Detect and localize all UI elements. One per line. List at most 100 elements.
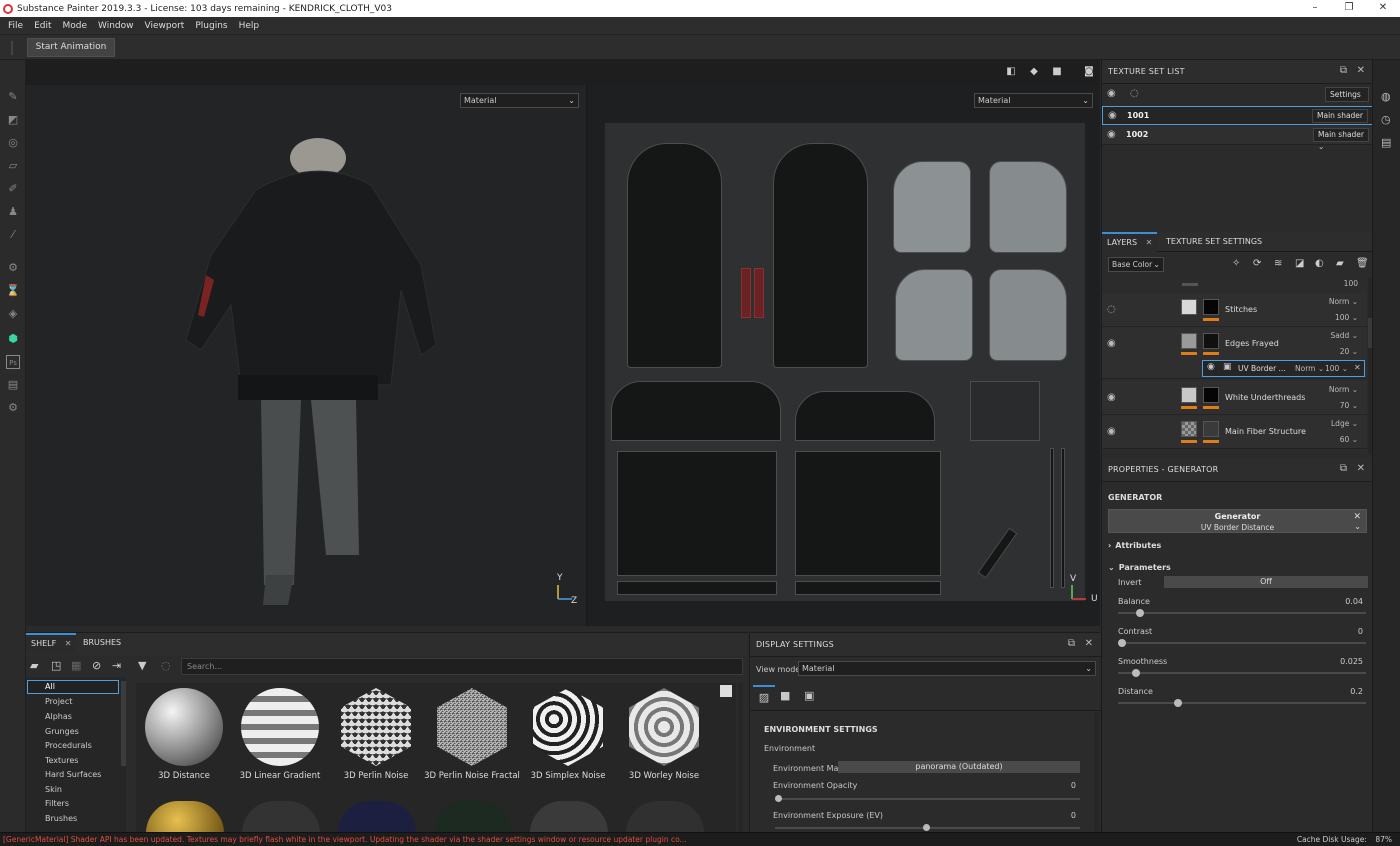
magic-wand-icon[interactable]: ✧ [1232,258,1240,269]
layer-blend-mode[interactable]: Ldge ⌄ [1331,419,1358,428]
texture-set-row[interactable]: ◉ 1001 Main shader ⌄ [1102,106,1373,132]
display-scrollbar[interactable] [1094,713,1099,831]
slider-knob[interactable] [775,795,782,802]
environment-image-icon[interactable]: ▨ [753,685,775,711]
layer-blend-mode[interactable]: Sadd ⌄ [1330,331,1358,340]
float-panel-icon[interactable]: ⧉ [1340,463,1347,474]
eraser-icon[interactable]: ◩ [6,113,20,127]
new-shelf-icon[interactable]: ◳ [51,659,61,672]
generator-picker[interactable]: Generator UV Border Distance ✕ ⌄ [1108,509,1367,533]
category-filters[interactable]: Filters [45,799,69,808]
2d-view-mode-select[interactable]: Material ⌄ [974,93,1093,108]
slider-knob[interactable] [1118,639,1126,647]
2d-uv-viewport[interactable]: Material ⌄ V U [588,85,1100,626]
shelf-item-partial[interactable] [530,801,608,833]
view-mode-select[interactable]: Material ⌄ [798,661,1096,676]
shader-select[interactable]: Main shader ⌄ [1313,128,1369,151]
folder-icon[interactable]: ▰ [30,659,38,672]
sublayer-blend-mode[interactable]: Norm ⌄ [1295,364,1324,373]
layer-row[interactable]: ◌ Stitches Norm ⌄ 100 ⌄ [1102,293,1367,327]
category-project[interactable]: Project [45,697,72,706]
close-icon[interactable]: ✕ [1354,363,1361,372]
layer-opacity[interactable]: 60 ⌄ [1340,435,1358,444]
close-panel-icon[interactable]: ✕ [1085,638,1093,649]
shelf-item[interactable]: 3D Distance [136,688,232,781]
split-view-icon[interactable]: ◧ [1004,66,1018,78]
log-document-icon[interactable]: ▤ [1381,136,1391,149]
sublayer-opacity[interactable]: 100 ⌄ [1325,364,1348,373]
shelf-item-partial[interactable] [338,801,416,833]
eye-icon[interactable]: ◉ [1108,110,1117,121]
environment-globe-icon[interactable]: ◍ [1381,90,1391,103]
slider-knob[interactable] [1132,669,1140,677]
geometry-mask-icon[interactable]: ◈ [6,307,20,321]
import-icon[interactable]: ⇥ [112,659,121,672]
toolbar-grip[interactable] [11,41,13,55]
layer-opacity[interactable]: 100 ⌄ [1335,313,1358,322]
param-value[interactable]: 0.2 [1350,687,1363,696]
menu-window[interactable]: Window [98,21,134,31]
shelf-search-input[interactable]: Search... [181,658,743,675]
polygon-fill-icon[interactable]: ▱ [6,159,20,173]
category-skin[interactable]: Skin [45,785,62,794]
photoshop-export-icon[interactable]: Ps [6,355,20,369]
layer-opacity[interactable]: 20 ⌄ [1340,347,1358,356]
eye-icon[interactable]: ◉ [1107,129,1116,140]
refresh-icon[interactable]: ◌ [161,659,171,672]
close-icon[interactable]: ✕ [1353,512,1361,522]
shelf-item-partial[interactable] [242,801,320,833]
substance-icon[interactable]: ⬢ [6,332,20,346]
history-clock-icon[interactable]: ◷ [1381,113,1391,126]
menu-viewport[interactable]: Viewport [145,21,185,31]
display-cube-icon[interactable]: ◆ [1027,66,1041,78]
eye-toggle-icon[interactable]: ◉ [1107,88,1116,99]
environment-opacity-value[interactable]: 0 [1071,781,1076,790]
minimize-button[interactable]: – [1298,0,1332,17]
chevron-down-icon[interactable]: ⌄ [1354,522,1361,531]
param-value[interactable]: 0.025 [1340,657,1363,666]
layer-opacity[interactable]: 100 [1344,279,1358,288]
start-animation-button[interactable]: Start Animation [27,38,115,57]
shelf-item[interactable]: 3D Worley Noise [616,688,712,781]
shelf-item[interactable]: 3D Perlin Noise [328,688,424,781]
param-slider[interactable] [1118,669,1366,677]
tab-brushes[interactable]: BRUSHES [78,633,126,653]
param-slider[interactable] [1118,609,1366,617]
menu-mode[interactable]: Mode [63,21,88,31]
shelf-item[interactable]: 3D Simplex Noise [520,688,616,781]
eye-solo-icon[interactable]: ◌ [1130,88,1139,99]
eye-icon[interactable]: ◉ [1207,362,1215,372]
menu-help[interactable]: Help [239,21,260,31]
close-panel-icon[interactable]: ✕ [1357,65,1365,76]
eye-icon[interactable]: ◉ [1107,426,1116,437]
category-grunges[interactable]: Grunges [45,727,79,736]
param-value[interactable]: 0.04 [1345,597,1363,606]
bake-icon[interactable]: ⌛ [6,284,20,298]
category-alphas[interactable]: Alphas [45,712,72,721]
close-panel-icon[interactable]: ✕ [1357,463,1365,474]
layer-row[interactable]: ◉ White Underthreads Norm ⌄ 70 ⌄ [1102,381,1367,415]
slider-knob[interactable] [923,824,930,831]
float-panel-icon[interactable]: ⧉ [1068,638,1075,649]
parameters-section[interactable]: ⌄ Parameters [1108,563,1171,572]
close-tab-icon[interactable]: ✕ [65,639,72,648]
layer-opacity[interactable]: 70 ⌄ [1340,401,1358,410]
category-brushes[interactable]: Brushes [45,814,77,823]
param-slider[interactable] [1118,639,1366,647]
tab-texture-set-settings[interactable]: TEXTURE SET SETTINGS [1161,232,1267,252]
delete-layer-icon[interactable]: 🗑 [1356,258,1369,269]
hide-icon[interactable]: ⊘ [92,659,101,672]
attributes-section[interactable]: › Attributes [1108,541,1161,550]
add-mask-icon[interactable]: ◐ [1315,258,1324,269]
category-hard-surfaces[interactable]: Hard Surfaces [45,770,101,779]
viewer-frame-icon[interactable]: ▣ [804,689,814,702]
layer-blend-mode[interactable]: Norm ⌄ [1329,297,1358,306]
channel-select[interactable]: Base Color ⌄ [1108,257,1164,272]
tab-shelf[interactable]: SHELF ✕ [26,633,77,653]
eye-icon[interactable]: ◉ [1107,338,1116,349]
layer-row[interactable]: ◉ Edges Frayed Sadd ⌄ 20 ⌄ ◉ ▣ UV Border… [1102,327,1367,379]
environment-map-picker[interactable]: panorama (Outdated) [838,761,1080,773]
categories-scrollbar[interactable] [121,681,126,766]
maximize-button[interactable]: ❐ [1332,0,1366,17]
shelf-scrollbar[interactable] [738,683,743,833]
